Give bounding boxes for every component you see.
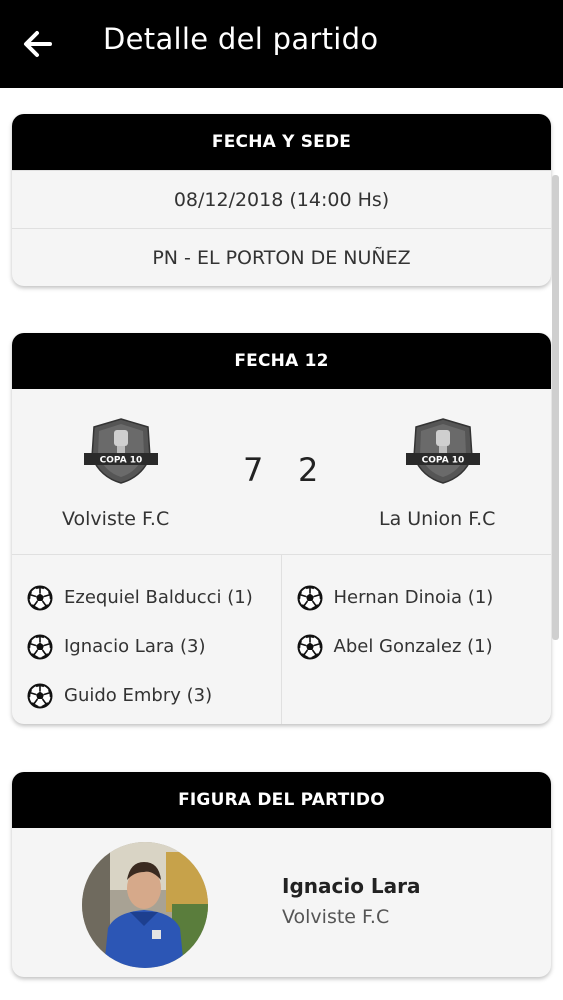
soccer-ball-icon xyxy=(27,585,53,610)
match-venue: PN - EL PORTON DE NUÑEZ xyxy=(12,228,551,286)
soccer-ball-icon xyxy=(27,634,53,659)
player-photo xyxy=(82,842,208,968)
scorer-label: Abel Gonzalez (1) xyxy=(333,636,493,657)
scorer-label: Guido Embry (3) xyxy=(64,685,213,706)
figure-card: FIGURA DEL PARTIDO Ignacio Lara Volviste… xyxy=(12,772,551,977)
scorer-item: Abel Gonzalez (1) xyxy=(297,622,552,671)
away-score: 2 xyxy=(298,451,319,489)
scrollbar[interactable] xyxy=(552,175,559,640)
venue-card: FECHA Y SEDE 08/12/2018 (14:00 Hs) PN - … xyxy=(12,114,551,286)
arrow-left-icon xyxy=(24,31,52,57)
match-card: FECHA 12 COPA 10 COPA 10 7 2 Volviste F.… xyxy=(12,333,551,724)
home-team-name: Volviste F.C xyxy=(62,508,170,530)
soccer-ball-icon xyxy=(297,585,322,610)
away-scorers-list: Hernan Dinoia (1) Abel Gonzalez (1) xyxy=(282,555,552,724)
home-score: 7 xyxy=(243,451,264,489)
scoreboard: COPA 10 COPA 10 7 2 Volviste F.C La Unio… xyxy=(12,389,551,554)
venue-card-header: FECHA Y SEDE xyxy=(12,114,551,170)
home-team-logo: COPA 10 xyxy=(84,418,158,484)
soccer-ball-icon xyxy=(297,634,322,659)
figure-body: Ignacio Lara Volviste F.C xyxy=(12,828,551,977)
page-title: Detalle del partido xyxy=(103,22,379,56)
scorer-item: Hernan Dinoia (1) xyxy=(297,573,552,622)
away-team-logo: COPA 10 xyxy=(406,418,480,484)
back-button[interactable] xyxy=(20,26,56,62)
match-card-header: FECHA 12 xyxy=(12,333,551,389)
player-avatar xyxy=(82,842,208,968)
home-scorers-list: Ezequiel Balducci (1) Ignacio Lara (3) Gui… xyxy=(12,555,282,724)
scorer-label: Ezequiel Balducci (1) xyxy=(64,587,253,608)
figure-card-header: FIGURA DEL PARTIDO xyxy=(12,772,551,828)
scorer-item: Guido Embry (3) xyxy=(27,671,281,720)
svg-text:COPA 10: COPA 10 xyxy=(422,456,465,466)
figure-player-name: Ignacio Lara xyxy=(282,874,421,898)
scorer-label: Hernan Dinoia (1) xyxy=(333,587,494,608)
scorer-item: Ezequiel Balducci (1) xyxy=(27,573,281,622)
scorer-item: Ignacio Lara (3) xyxy=(27,622,281,671)
scorers-section: Ezequiel Balducci (1) Ignacio Lara (3) Gui… xyxy=(12,554,551,724)
svg-text:COPA 10: COPA 10 xyxy=(100,456,143,466)
scorer-label: Ignacio Lara (3) xyxy=(64,636,206,657)
app-bar: Detalle del partido xyxy=(0,0,563,88)
match-date: 08/12/2018 (14:00 Hs) xyxy=(12,170,551,228)
away-team-name: La Union F.C xyxy=(379,508,496,530)
figure-player-team: Volviste F.C xyxy=(282,906,390,928)
soccer-ball-icon xyxy=(27,683,53,708)
